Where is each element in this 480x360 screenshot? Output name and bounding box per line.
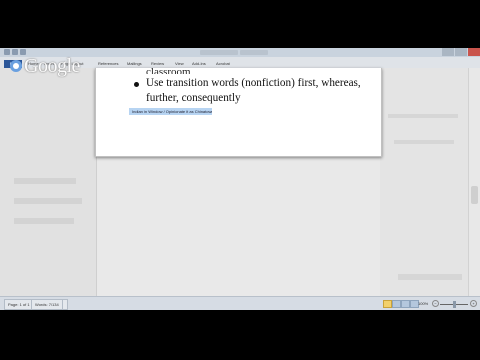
right-pane <box>380 68 468 296</box>
title-text-block <box>200 50 238 55</box>
scroll-thumb[interactable] <box>471 186 478 204</box>
maximize-button[interactable] <box>455 48 467 56</box>
google-logo: Google <box>10 56 80 76</box>
pane-line <box>398 274 462 280</box>
tab-acrobat[interactable]: Acrobat <box>216 60 230 68</box>
tab-add-ins[interactable]: Add-Ins <box>192 60 206 68</box>
nav-item[interactable] <box>14 178 76 184</box>
status-bar: Page: 1 of 1 Words: 7/134 100% − + <box>0 296 480 310</box>
bullet-icon <box>134 82 139 87</box>
word-window: File Home Insert Page Layout References … <box>0 48 480 310</box>
selected-text[interactable]: Indian in Window / Opinionate it as Chin… <box>129 108 212 115</box>
google-logo-text: Google <box>24 55 80 77</box>
print-layout-view-icon[interactable] <box>383 300 392 308</box>
vertical-scrollbar[interactable] <box>468 68 480 296</box>
close-button[interactable] <box>468 48 480 56</box>
word-count[interactable]: Words: 7/134 <box>31 299 63 310</box>
full-screen-view-icon[interactable] <box>392 300 401 308</box>
zoom-percent[interactable]: 100% <box>418 299 428 308</box>
zoom-slider-thumb[interactable] <box>452 301 456 308</box>
document-page[interactable]: classroom Use transition words (nonficti… <box>95 67 382 157</box>
title-text-block <box>240 50 268 55</box>
save-icon[interactable] <box>12 49 18 55</box>
hangouts-icon <box>10 60 22 72</box>
previous-line-text: classroom <box>146 67 191 74</box>
web-layout-view-icon[interactable] <box>401 300 410 308</box>
bullet-text: Use transition words (nonfiction) first,… <box>146 77 361 104</box>
page-count[interactable]: Page: 1 of 1 <box>4 299 34 310</box>
zoom-in-button[interactable]: + <box>470 300 477 307</box>
nav-item[interactable] <box>14 218 74 224</box>
pane-line <box>394 140 454 144</box>
navigation-pane <box>0 68 97 296</box>
minimize-button[interactable] <box>442 48 454 56</box>
pane-line <box>388 114 458 118</box>
tab-references[interactable]: References <box>98 60 118 68</box>
tab-mailings[interactable]: Mailings <box>127 60 142 68</box>
proofing-icon[interactable] <box>62 299 68 310</box>
word-app-icon[interactable] <box>4 49 10 55</box>
nav-item[interactable] <box>14 198 82 204</box>
zoom-out-button[interactable]: − <box>432 300 439 307</box>
